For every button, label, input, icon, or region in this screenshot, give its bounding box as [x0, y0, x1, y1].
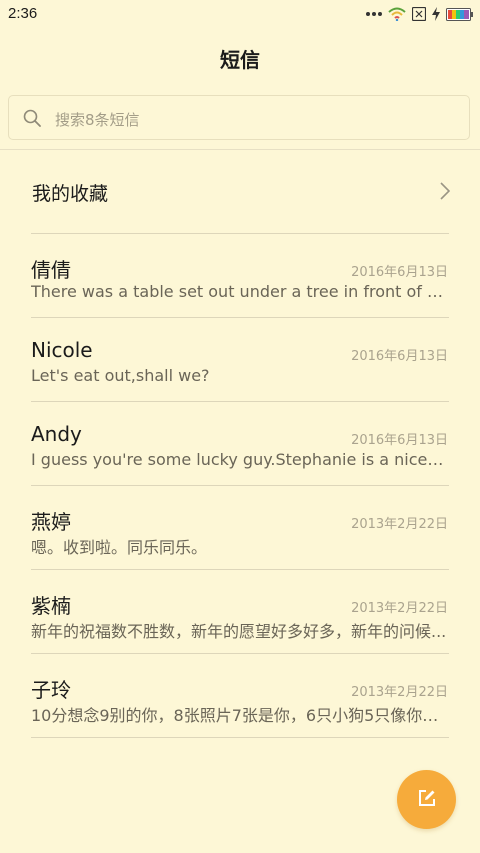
message-preview: 嗯。收到啦。同乐同乐。	[31, 538, 208, 557]
conversation-item[interactable]: Andy 2016年6月13日 I guess you're some luck…	[0, 402, 480, 485]
page-title: 短信	[220, 48, 260, 72]
contact-name: 紫楠	[31, 594, 71, 618]
message-preview: Let's eat out,shall we?	[31, 366, 210, 385]
message-date: 2013年2月22日	[351, 601, 448, 616]
sim-off-icon	[412, 7, 426, 21]
message-date: 2013年2月22日	[351, 685, 448, 700]
battery-icon	[446, 7, 474, 21]
contact-name: 子玲	[31, 678, 71, 702]
contact-name: Nicole	[31, 338, 93, 362]
contact-name: 倩倩	[31, 258, 71, 282]
favorites-label: 我的收藏	[32, 183, 109, 205]
charging-icon	[432, 7, 440, 21]
wifi-icon	[388, 7, 406, 21]
message-preview: 新年的祝福数不胜数，新年的愿望好多好多，新年的问候...	[31, 622, 447, 641]
conversation-list: 倩倩 2016年6月13日 There was a table set out …	[0, 233, 480, 738]
search-input[interactable]: 搜索8条短信	[8, 95, 470, 140]
message-date: 2016年6月13日	[351, 349, 448, 364]
message-preview: 10分想念9别的你，8张照片7张是你，6只小狗5只像你，4...	[31, 706, 447, 725]
contact-name: Andy	[31, 422, 82, 446]
message-date: 2016年6月13日	[351, 433, 448, 448]
search-placeholder: 搜索8条短信	[55, 111, 140, 129]
conversation-item[interactable]: Nicole 2016年6月13日 Let's eat out,shall we…	[0, 318, 480, 401]
compose-icon	[417, 788, 437, 812]
chevron-right-icon	[440, 182, 451, 204]
message-preview: There was a table set out under a tree i…	[31, 282, 447, 301]
conversation-item[interactable]: 倩倩 2016年6月13日 There was a table set out …	[0, 234, 480, 317]
message-preview: I guess you're some lucky guy.Stephanie …	[31, 450, 447, 469]
status-time: 2:36	[8, 5, 38, 22]
conversation-item[interactable]: 燕婷 2013年2月22日 嗯。收到啦。同乐同乐。	[0, 486, 480, 569]
conversation-item[interactable]: 子玲 2013年2月22日 10分想念9别的你，8张照片7张是你，6只小狗5只像…	[0, 654, 480, 737]
message-date: 2013年2月22日	[351, 517, 448, 532]
message-date: 2016年6月13日	[351, 265, 448, 280]
status-icons	[366, 5, 474, 23]
divider	[31, 737, 449, 738]
more-dots-icon	[366, 11, 382, 17]
favorites-row[interactable]: 我的收藏	[0, 150, 480, 234]
contact-name: 燕婷	[31, 510, 71, 534]
status-bar: 2:36	[0, 0, 480, 28]
conversation-item[interactable]: 紫楠 2013年2月22日 新年的祝福数不胜数，新年的愿望好多好多，新年的问候.…	[0, 570, 480, 653]
compose-button[interactable]	[397, 770, 456, 829]
search-icon	[23, 109, 41, 131]
